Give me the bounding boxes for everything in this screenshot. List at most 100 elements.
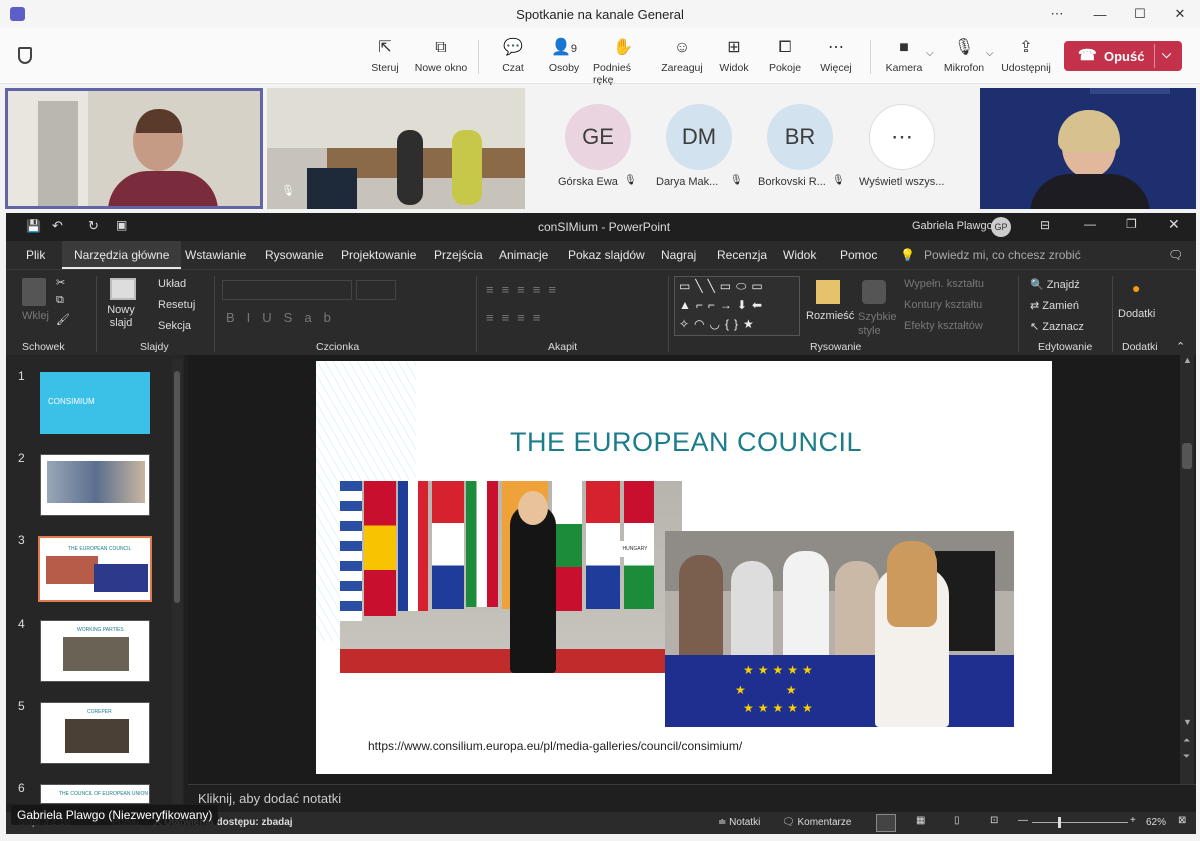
section-button[interactable]: Sekcja [158,320,191,332]
tab-transitions[interactable]: Przejścia [434,241,483,269]
avatar[interactable]: GP [991,217,1011,237]
reading-view-icon[interactable]: ▯ [954,815,960,826]
addins-icon[interactable]: ● [1132,280,1140,296]
video-tile-speaker[interactable] [5,88,263,209]
zoom-out-button[interactable]: — [1018,815,1028,826]
tab-record[interactable]: Nagraj [661,241,696,269]
tab-file[interactable]: Plik [26,241,45,269]
maximize-button[interactable]: ☐ [1120,0,1160,28]
tab-help[interactable]: Pomoc [840,241,877,269]
new-slide-button[interactable]: Nowy slajd [104,304,138,330]
comments-toggle[interactable]: 🗨 Komentarze [782,817,851,828]
zoom-level[interactable]: 62% [1146,817,1166,828]
control-button[interactable]: ⇱ Steruj [355,38,415,74]
slide-thumbnail[interactable]: COREPER [40,702,150,764]
microphone-button[interactable]: 🎙 Mikrofon [934,38,994,74]
comments-icon[interactable]: 🗨 [1168,241,1183,269]
tab-insert[interactable]: Wstawianie [185,241,246,269]
slide-thumbnail-active[interactable]: THE EUROPEAN COUNCIL [38,536,152,602]
more-button[interactable]: ⋯ Więcej [806,38,866,74]
leave-options-chevron-icon[interactable]: ⌵ [1162,47,1171,62]
camera-button[interactable]: ■ Kamera [874,38,934,74]
slide-scrollbar[interactable]: ▲ ▼ ⏶ ⏷ [1180,355,1194,810]
normal-view-icon[interactable] [876,814,896,832]
slide-thumbnail[interactable]: WORKING PARTIES [40,620,150,682]
more-options-icon[interactable]: ⋯ [1037,0,1077,28]
collapse-ribbon-icon[interactable]: ⌃ [1176,340,1185,353]
close-button[interactable]: ✕ [1160,0,1200,28]
ppt-restore-button[interactable]: ❐ [1126,217,1137,231]
avatar[interactable]: DM [666,104,732,170]
slide-thumbnail[interactable]: THE COUNCIL OF EUROPEAN UNION [40,784,150,804]
present-icon[interactable]: ▣ [116,218,127,232]
shape-fill-button[interactable]: Wypełn. kształtu [904,278,984,290]
undo-icon[interactable]: ↶ [52,218,63,234]
react-button[interactable]: ☺ Zareaguj [652,38,712,74]
quick-styles-icon[interactable] [862,280,886,304]
people-button[interactable]: 👤9 Osoby [534,38,594,74]
paragraph-icons[interactable]: ≡≡≡≡≡ [486,282,564,297]
shape-effects-button[interactable]: Efekty kształtów [904,320,983,332]
tab-review[interactable]: Recenzja [717,241,767,269]
shield-icon[interactable] [18,47,32,64]
leave-button[interactable]: ☎ Opuść ⌵ [1064,41,1182,71]
addins-button[interactable]: Dodatki [1118,308,1155,320]
reset-button[interactable]: Resetuj [158,299,195,311]
slide-thumbnail[interactable]: CONSIMIUM [40,372,150,434]
mic-options-chevron-icon[interactable]: ⌵ [986,48,994,59]
redo-icon[interactable]: ↻ [88,218,99,234]
show-all-link[interactable]: Wyświetl wszys... [859,176,944,188]
save-icon[interactable]: 💾 [26,219,41,233]
tab-view[interactable]: Widok [783,241,816,269]
copy-icon[interactable]: ⧉ [56,294,64,307]
select-button[interactable]: ↖ Zaznacz [1030,320,1084,333]
slideshow-icon[interactable]: ⊡ [990,815,998,826]
current-slide[interactable]: THE EUROPEAN COUNCIL HUNGARY ★★★★★ ★★ ★★… [316,361,1052,774]
notes-toggle[interactable]: ≐ Notatki [718,817,760,828]
tab-slideshow[interactable]: Pokaz slajdów [568,241,645,269]
minimize-button[interactable]: — [1080,0,1120,28]
font-name-input[interactable] [222,280,352,300]
layout-button[interactable]: Układ [158,278,186,290]
paste-button[interactable]: Wklej [22,310,49,322]
tab-animations[interactable]: Animacje [499,241,548,269]
tab-draw[interactable]: Rysowanie [265,241,324,269]
thumbnail-scrollbar[interactable] [172,359,182,804]
raise-hand-button[interactable]: ✋ Podnieś rękę [593,38,653,86]
camera-options-chevron-icon[interactable]: ⌵ [926,48,934,59]
new-window-button[interactable]: ⧉ Nowe okno [411,38,471,74]
user-name[interactable]: Gabriela Plawgo [912,220,993,232]
replace-button[interactable]: ⇄ Zamień [1030,299,1079,312]
paste-icon[interactable] [22,278,46,306]
quick-styles-button[interactable]: Szybkie style [858,310,897,338]
ppt-close-button[interactable]: ✕ [1168,216,1180,233]
share-button[interactable]: ⇪ Udostępnij [996,38,1056,74]
zoom-in-button[interactable]: + [1130,815,1136,826]
ribbon-display-icon[interactable]: ⊟ [1040,218,1050,232]
video-tile-room[interactable]: 🎙 [267,88,525,209]
new-slide-icon[interactable] [110,278,136,300]
slide-sorter-icon[interactable]: ▦ [916,815,925,826]
ppt-minimize-button[interactable]: — [1084,217,1096,231]
font-format-icons[interactable]: BIUSab [226,310,343,325]
zoom-slider[interactable] [1032,817,1128,828]
fit-slide-icon[interactable]: ⊠ [1178,815,1186,826]
video-tile-remote[interactable] [980,88,1196,209]
shape-outline-button[interactable]: Kontury kształtu [904,299,982,311]
avatar[interactable]: GE [565,104,631,170]
tell-me-input[interactable]: Powiedz mi, co chcesz zrobić [924,241,1081,269]
slide-source-link[interactable]: https://www.consilium.europa.eu/pl/media… [368,739,742,753]
font-size-input[interactable] [356,280,396,300]
tab-design[interactable]: Projektowanie [341,241,416,269]
shapes-gallery[interactable]: ▭╲╲▭⬭▭ ▲⌐⌐→⬇⬅ ✧◠◡{}★ [674,276,800,336]
format-painter-icon[interactable]: 🖌 [56,313,70,326]
cut-icon[interactable]: ✂ [56,276,65,289]
tab-home[interactable]: Narzędzia główne [62,241,182,269]
notes-pane[interactable]: Kliknij, aby dodać notatki [188,784,1196,812]
slide-thumbnail[interactable] [40,454,150,516]
arrange-icon[interactable] [816,280,840,304]
avatar[interactable]: BR [767,104,833,170]
align-icons[interactable]: ≡≡≡≡ [486,310,548,325]
arrange-button[interactable]: Rozmieść [806,310,854,322]
show-all-button[interactable]: ⋯ [869,104,935,170]
